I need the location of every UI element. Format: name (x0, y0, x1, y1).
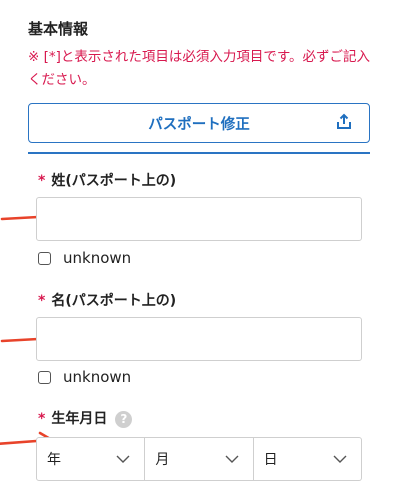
first-name-label: * 名(パスポート上の) (38, 290, 176, 310)
first-name-unknown-label: unknown (63, 368, 132, 386)
chevron-down-icon (116, 455, 130, 463)
required-notice: ※ [*]と表示された項目は必須入力項目です。必ずご記入ください。 (28, 49, 371, 88)
month-select-value: 月 (155, 452, 170, 468)
first-name-input[interactable] (36, 317, 362, 361)
first-name-unknown-checkbox[interactable]: unknown (38, 368, 131, 386)
question-icon[interactable]: ? (115, 410, 133, 428)
birthdate-label: * 生年月日? (38, 408, 133, 428)
passport-edit-button[interactable]: パスポート修正 (28, 103, 370, 143)
last-name-input[interactable] (36, 197, 362, 241)
year-select[interactable]: 年 (36, 437, 146, 481)
checkbox-box[interactable] (38, 370, 51, 384)
chevron-down-icon (333, 455, 347, 463)
birthdate-label-text: 生年月日 (51, 411, 108, 427)
checkbox-box[interactable] (38, 251, 51, 265)
first-name-label-text: 名(パスポート上の) (51, 293, 177, 309)
section-title: 基本情報 (28, 20, 89, 38)
last-name-unknown-label: unknown (63, 249, 132, 267)
passport-edit-label: パスポート修正 (148, 116, 250, 133)
required-mark: * (38, 411, 46, 427)
chevron-down-icon (225, 455, 239, 463)
last-name-unknown-checkbox[interactable]: unknown (38, 249, 131, 267)
day-select-value: 日 (263, 452, 278, 468)
last-name-label-text: 姓(パスポート上の) (51, 173, 177, 189)
birthdate-selects: 年 月 日 (36, 437, 362, 481)
required-mark: * (38, 173, 46, 189)
section-divider (28, 152, 370, 154)
upload-icon (337, 113, 351, 129)
month-select[interactable]: 月 (145, 437, 254, 481)
last-name-label: * 姓(パスポート上の) (38, 170, 176, 190)
year-select-value: 年 (47, 452, 61, 468)
day-select[interactable]: 日 (253, 437, 362, 481)
required-mark: * (38, 293, 46, 309)
